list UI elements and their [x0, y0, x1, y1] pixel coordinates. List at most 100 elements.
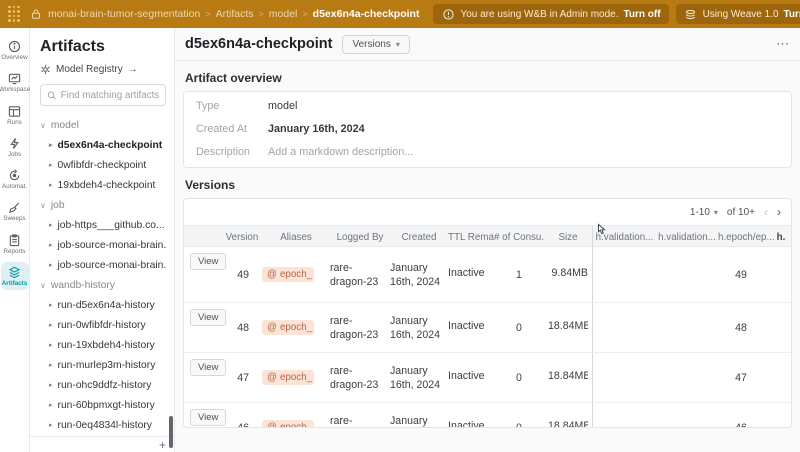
tree-item-artifact[interactable]: ▸19xbdeh4-checkpoint: [40, 175, 166, 195]
view-button[interactable]: View: [190, 409, 226, 426]
column-header-validation-2[interactable]: h.validation...: [656, 232, 718, 243]
breadcrumb-type[interactable]: model: [269, 8, 298, 20]
cell-version: 49: [222, 269, 262, 281]
column-header-clipped[interactable]: h.: [774, 232, 788, 243]
rail-item-jobs[interactable]: Jobs: [1, 133, 29, 161]
tree-group-model[interactable]: ∨ model: [40, 115, 166, 135]
rail-item-workspace[interactable]: Workspace: [1, 68, 29, 96]
rail-item-artifacts[interactable]: Artifacts: [1, 262, 29, 290]
cell-consumers: 0: [494, 372, 544, 384]
column-header-aliases[interactable]: Aliases: [262, 232, 330, 243]
column-header-ttl[interactable]: TTL Remain...: [448, 232, 494, 243]
column-header-created[interactable]: Created: [390, 232, 448, 243]
tree-item-artifact[interactable]: ▸run-0eq4834l-history: [40, 415, 166, 435]
tree-item-artifact[interactable]: ▸job-https___github.co...: [40, 215, 166, 235]
cell-logged-by: rare-dragon-23: [330, 261, 390, 290]
cell-validation-1: [592, 303, 656, 352]
tree-group-label: job: [51, 200, 65, 211]
column-header-size[interactable]: Size: [544, 232, 592, 243]
cell-ttl: Inactive: [448, 267, 494, 282]
alias-text: epoch_: [280, 322, 312, 333]
tree-item-artifact[interactable]: ▸run-0wfibfdr-history: [40, 315, 166, 335]
table-row: View 48 @epoch_ rare-dragon-23 January 1…: [184, 303, 791, 353]
versions-dropdown-button[interactable]: Versions ▾: [342, 35, 409, 54]
breadcrumb-separator: >: [259, 9, 264, 19]
tree-item-artifact[interactable]: ▸job-source-monai-brain...: [40, 235, 166, 255]
description-label: Description: [196, 145, 268, 160]
alias-badge[interactable]: @epoch_: [262, 267, 314, 282]
panel-title: Artifacts: [40, 38, 166, 56]
tree-scrollbar-thumb[interactable]: [169, 416, 173, 448]
tree-item-artifact[interactable]: ▸run-60bpmxgt-history: [40, 395, 166, 415]
at-sign-icon: @: [267, 322, 277, 333]
column-header-validation-1[interactable]: h.validation...: [592, 226, 656, 248]
model-registry-link[interactable]: Model Registry →: [40, 64, 166, 75]
tree-group-label: wandb-history: [51, 280, 115, 291]
alias-text: epoch_: [280, 422, 312, 428]
chevron-right-icon: ▸: [49, 401, 53, 409]
rail-item-sweeps[interactable]: Sweeps: [1, 197, 29, 225]
cell-consumers: 0: [494, 422, 544, 429]
artifact-search[interactable]: [40, 84, 166, 106]
artifact-overview-card: Type model Created At January 16th, 2024…: [183, 91, 792, 168]
page-title: d5ex6n4a-checkpoint: [185, 36, 332, 52]
cell-epoch: 47: [718, 372, 774, 384]
breadcrumb-artifact-name[interactable]: d5ex6n4a-checkpoint: [313, 8, 420, 20]
prev-page-button[interactable]: ‹: [764, 205, 768, 219]
view-button[interactable]: View: [190, 359, 226, 376]
alias-badge[interactable]: @epoch_: [262, 320, 314, 335]
table-icon: [8, 105, 21, 118]
add-artifact-button[interactable]: +: [159, 439, 166, 451]
column-header-epoch[interactable]: h.epoch/ep...: [718, 232, 774, 243]
view-button[interactable]: View: [190, 309, 226, 326]
rail-item-runs[interactable]: Runs: [1, 101, 29, 129]
column-header-version[interactable]: Version: [222, 232, 262, 243]
overflow-menu-button[interactable]: ⋯: [776, 36, 790, 52]
workspace-icon: [8, 72, 21, 85]
view-button[interactable]: View: [190, 253, 226, 270]
tree-item-artifact[interactable]: ▸run-murlep3m-history: [40, 355, 166, 375]
breadcrumb-separator: >: [302, 9, 307, 19]
tree-item-artifact[interactable]: ▸run-d5ex6n4a-history: [40, 295, 166, 315]
tree-item-label: d5ex6n4a-checkpoint: [58, 140, 163, 151]
breadcrumb-artifacts[interactable]: Artifacts: [216, 8, 254, 20]
rail-label: Automat.: [2, 184, 27, 190]
alias-badge[interactable]: @epoch_: [262, 370, 314, 385]
chevron-right-icon: ▸: [49, 301, 53, 309]
cell-created: January 16th, 2024: [390, 414, 448, 429]
rail-item-overview[interactable]: Overview: [1, 36, 29, 64]
breadcrumb-project[interactable]: monai-brain-tumor-segmentation: [48, 8, 200, 20]
chevron-down-icon: ∨: [40, 281, 46, 290]
tree-item-artifact[interactable]: ▸0wfibfdr-checkpoint: [40, 155, 166, 175]
description-placeholder[interactable]: Add a markdown description...: [268, 145, 413, 160]
cell-created: January 16th, 2024: [390, 364, 448, 393]
tree-item-artifact[interactable]: ▸d5ex6n4a-checkpoint: [40, 135, 166, 155]
tree-item-label: 19xbdeh4-checkpoint: [58, 180, 156, 191]
column-header-consumers[interactable]: # of Consu...: [494, 232, 544, 243]
chevron-right-icon: ▸: [49, 421, 53, 429]
tree-item-artifact[interactable]: ▸job-source-monai-brain...: [40, 255, 166, 275]
lock-icon: [29, 7, 43, 21]
page-size-select[interactable]: 1-10 ▾: [690, 207, 718, 218]
column-header-logged-by[interactable]: Logged By: [330, 232, 390, 243]
table-row: View 47 @epoch_ rare-dragon-23 January 1…: [184, 353, 791, 403]
search-input[interactable]: [61, 90, 159, 101]
tree-item-artifact[interactable]: ▸run-19xbdeh4-history: [40, 335, 166, 355]
tree-item-label: run-murlep3m-history: [58, 360, 156, 371]
wandb-logo[interactable]: [8, 6, 20, 23]
chevron-right-icon: ▸: [49, 161, 53, 169]
admin-turn-off-button[interactable]: Turn off: [624, 9, 661, 20]
alias-badge[interactable]: @epoch_: [262, 420, 314, 428]
next-page-button[interactable]: ›: [777, 205, 781, 219]
tree-group-job[interactable]: ∨ job: [40, 195, 166, 215]
table-row: View 46 @epoch_ rare-dragon-23 January 1…: [184, 403, 791, 428]
tree-group-wandb-history[interactable]: ∨ wandb-history: [40, 275, 166, 295]
chevron-right-icon: ▸: [49, 341, 53, 349]
top-navbar: monai-brain-tumor-segmentation > Artifac…: [0, 0, 800, 28]
rail-item-automations[interactable]: Automat.: [1, 165, 29, 193]
rail-item-reports[interactable]: Reports: [1, 230, 29, 258]
cell-ttl: Inactive: [448, 420, 494, 428]
weave-turn-off-button[interactable]: Turn off: [784, 9, 800, 20]
tree-item-artifact[interactable]: ▸run-ohc9ddfz-history: [40, 375, 166, 395]
cell-epoch: 46: [718, 422, 774, 429]
